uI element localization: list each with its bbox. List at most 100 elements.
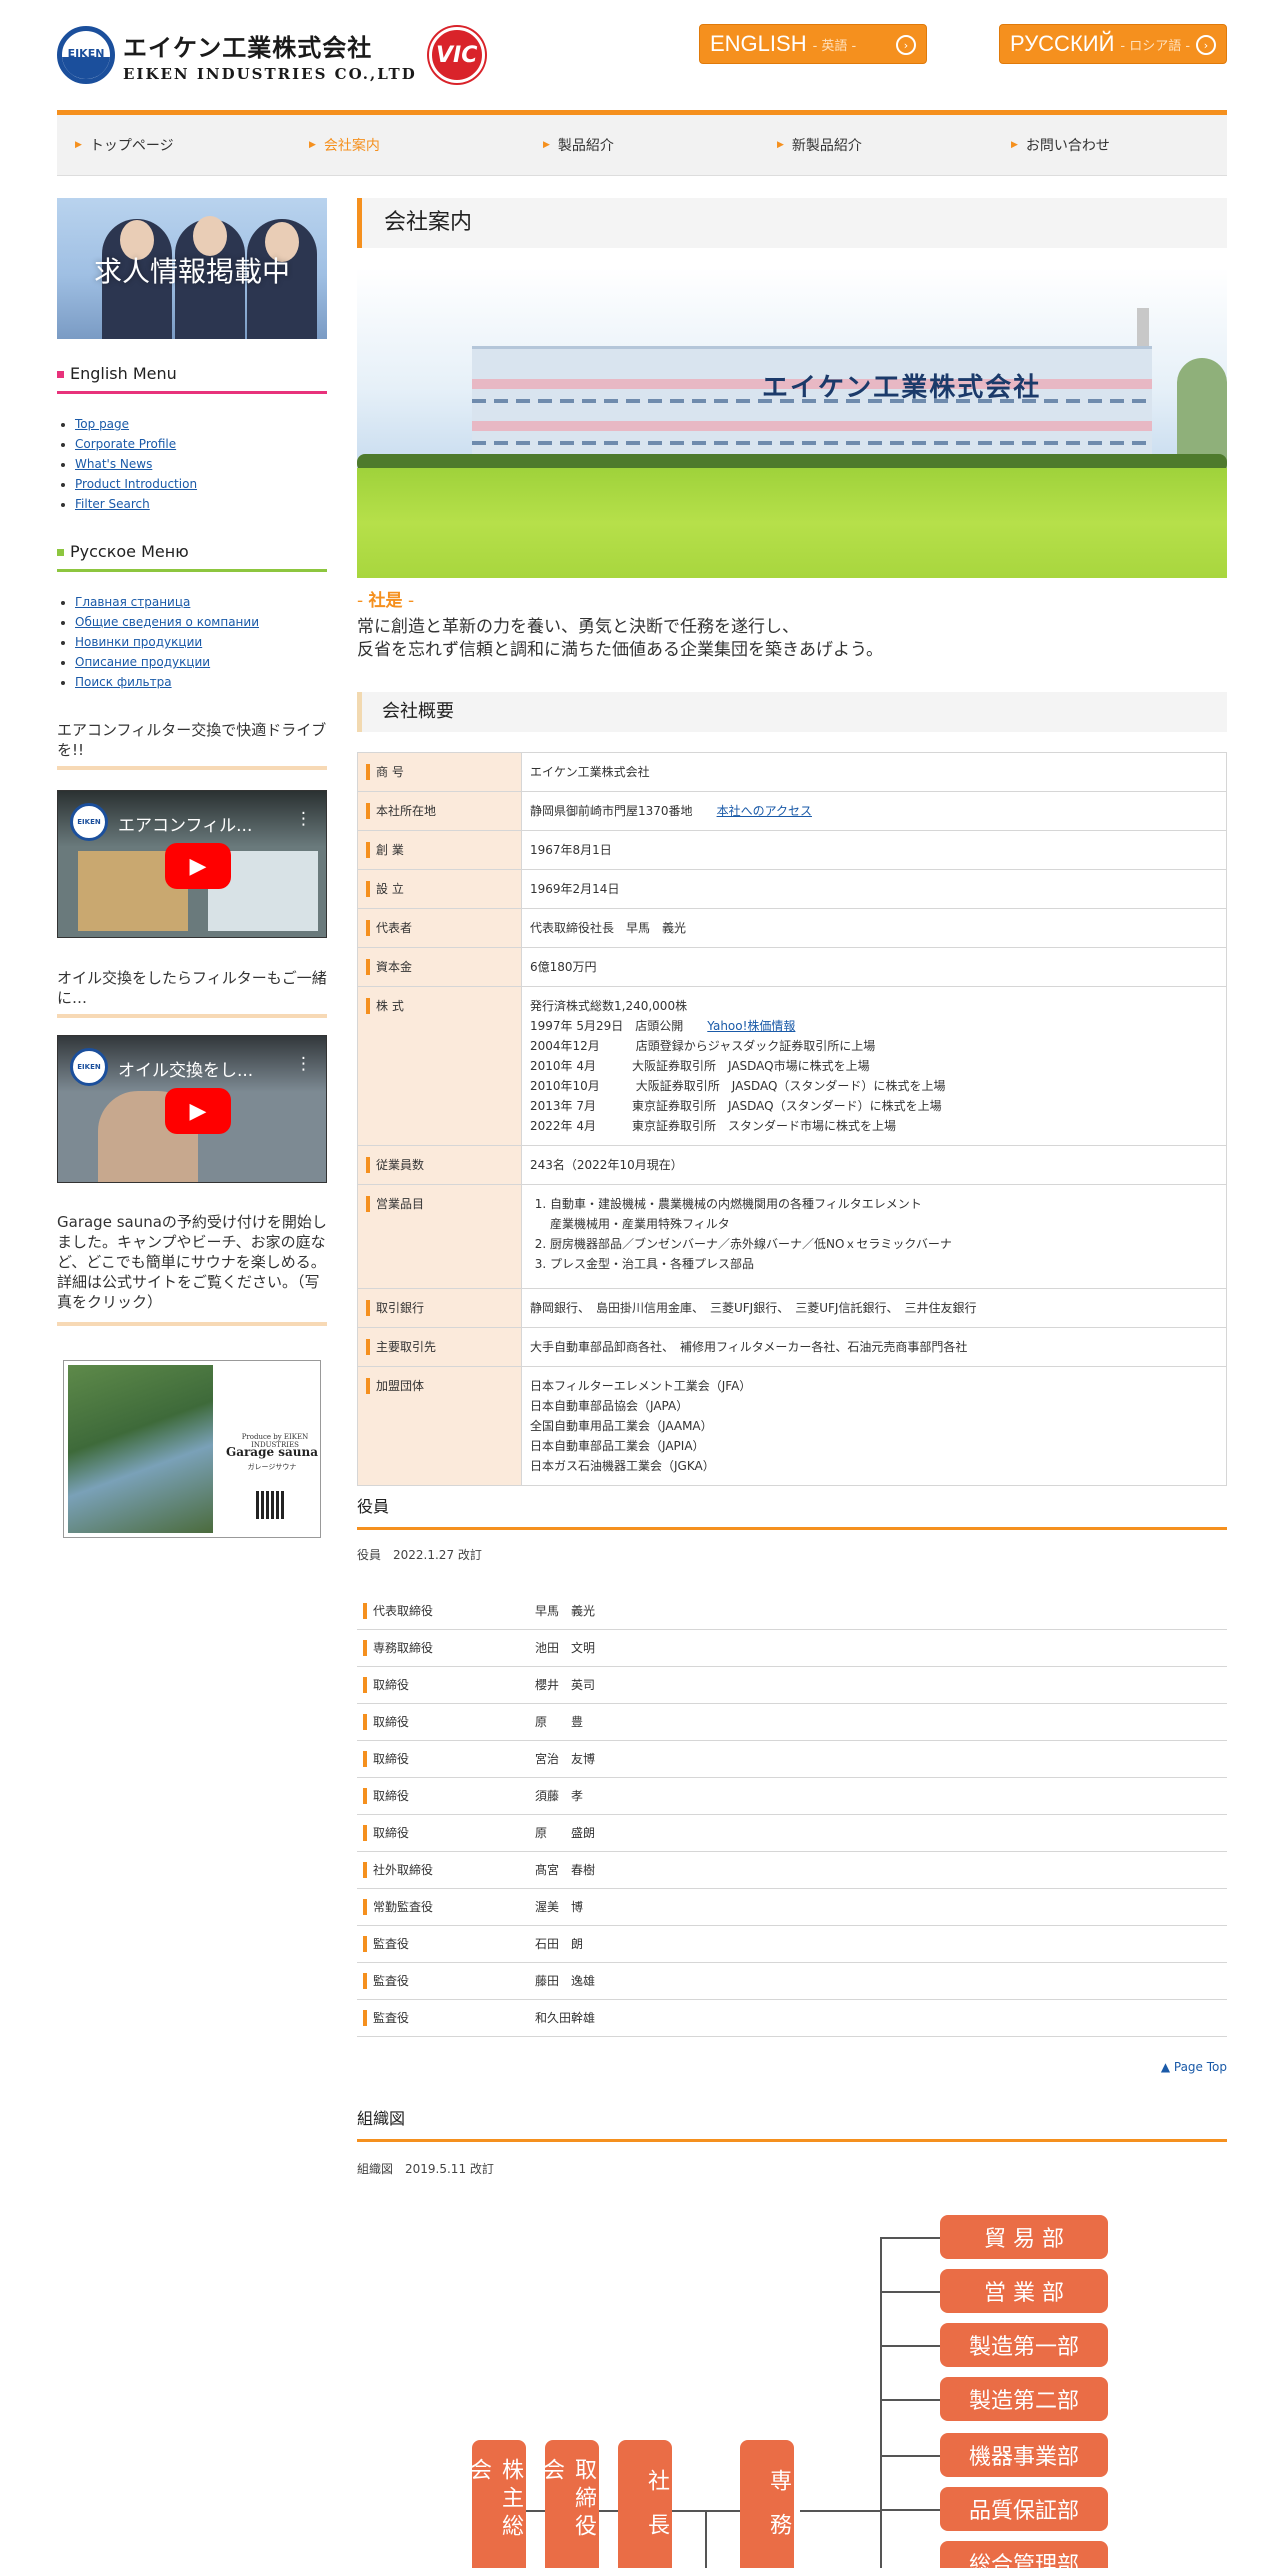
triangle-right-icon: ▶ bbox=[309, 140, 316, 150]
officer-row: 常勤監査役 渥美 博 bbox=[357, 1889, 1227, 1926]
table-row: 従業員数 243名（2022年10月現在） bbox=[357, 1145, 1227, 1185]
factory-sign: エイケン工業株式会社 bbox=[762, 373, 1042, 403]
org-dept-trade: 貿 易 部 bbox=[940, 2215, 1108, 2259]
video-embed-oil[interactable]: EIKEN オイル交換をし... ⋮ ▶ bbox=[57, 1035, 327, 1183]
video1-title: エアコンフィル... bbox=[118, 816, 253, 836]
table-row: 株 式 発行済株式総数1,240,000株 1997年 5月29日 店頭公開 Y… bbox=[357, 986, 1227, 1146]
page-top-link[interactable]: ▲ Page Top bbox=[1161, 2060, 1227, 2074]
sauna-text-block: Garage saunaの予約受け付けを開始しました。キャンプやビーチ、お家の庭… bbox=[57, 1212, 327, 1326]
nav-products[interactable]: ▶ 製品紹介 bbox=[525, 115, 759, 175]
video-embed-aircon[interactable]: EIKEN エアコンフィル... ⋮ ▶ bbox=[57, 790, 327, 938]
officer-row: 社外取締役 髙宮 春樹 bbox=[357, 1852, 1227, 1889]
russian-button-label: РУССКИЙ bbox=[1010, 31, 1115, 56]
russian-menu-item[interactable]: Новинки продукции bbox=[75, 632, 327, 652]
english-menu-title: English Menu bbox=[57, 364, 327, 394]
officers-heading: 役員 bbox=[357, 1493, 1227, 1530]
table-row: 主要取引先 大手自動車部品卸商各社、 補修用フィルタメーカー各社、石油元売商事部門… bbox=[357, 1327, 1227, 1367]
play-icon[interactable]: ▶ bbox=[165, 843, 231, 889]
officer-row: 監査役 藤田 逸雄 bbox=[357, 1963, 1227, 2000]
vic-logo: VIC bbox=[428, 27, 485, 83]
triangle-right-icon: ▶ bbox=[543, 140, 550, 150]
english-button[interactable]: ENGLISH - 英語 - › bbox=[699, 24, 927, 64]
org-dept-sales: 営 業 部 bbox=[940, 2269, 1108, 2313]
table-row: 商 号エイケン工業株式会社 bbox=[357, 752, 1227, 792]
officer-row: 取締役 宮治 友博 bbox=[357, 1741, 1227, 1778]
english-menu-item[interactable]: Filter Search bbox=[75, 494, 327, 514]
triangle-right-icon: ▶ bbox=[1011, 140, 1018, 150]
recruitment-banner[interactable]: 求人情報掲載中 bbox=[57, 198, 327, 339]
eiken-logo-mark: EIKEN bbox=[57, 26, 115, 84]
org-dept-quality: 品質保証部 bbox=[940, 2487, 1108, 2531]
sauna-sub: ガレージサウナ bbox=[247, 1463, 297, 1471]
russian-menu: Русское Меню Главная страница Общие свед… bbox=[57, 542, 327, 692]
org-shareholders: 株主総会 bbox=[466, 2440, 526, 2568]
table-row: 営業品目 自動車・建設機械・農業機械の内燃機関用の各種フィルタエレメント産業機械… bbox=[357, 1184, 1227, 1289]
logo-english-name: EIKEN INDUSTRIES CO.,LTD bbox=[123, 64, 417, 83]
nav-new-products[interactable]: ▶ 新製品紹介 bbox=[759, 115, 993, 175]
more-options-icon[interactable]: ⋮ bbox=[295, 1054, 312, 1074]
factory-photo: エイケン工業株式会社 bbox=[357, 268, 1227, 578]
english-menu-item[interactable]: Corporate Profile bbox=[75, 434, 327, 454]
russian-button-sub: - ロシア語 - bbox=[1120, 38, 1191, 54]
org-president: 社長 bbox=[618, 2440, 672, 2568]
sauna-image[interactable]: Produce by EIKEN INDUSTRIES Garage sauna… bbox=[63, 1360, 321, 1538]
motto-heading: - 社是 - bbox=[357, 591, 415, 611]
russian-button[interactable]: РУССКИЙ - ロシア語 - › bbox=[999, 24, 1227, 64]
table-row: 設 立 1969年2月14日 bbox=[357, 869, 1227, 909]
table-row: 加盟団体 日本フィルターエレメント工業会（JFA） 日本自動車部品協会（JAPA… bbox=[357, 1366, 1227, 1486]
chevron-right-icon: › bbox=[896, 35, 916, 55]
channel-logo-icon: EIKEN bbox=[70, 803, 108, 841]
nav-company[interactable]: ▶ 会社案内 bbox=[291, 115, 525, 175]
russian-menu-title: Русское Меню bbox=[57, 542, 327, 572]
video2-title: オイル交換をし... bbox=[118, 1061, 254, 1081]
chevron-right-icon: › bbox=[1196, 35, 1216, 55]
table-row: 創 業 1967年8月1日 bbox=[357, 830, 1227, 870]
yahoo-stock-link[interactable]: Yahoo!株価情報 bbox=[707, 1019, 795, 1033]
russian-menu-item[interactable]: Общие сведения о компании bbox=[75, 612, 327, 632]
russian-menu-item[interactable]: Поиск фильтра bbox=[75, 672, 327, 692]
officer-row: 監査役 和久田幹雄 bbox=[357, 2000, 1227, 2037]
table-row: 本社所在地 静岡県御前崎市門屋1370番地 本社へのアクセス bbox=[357, 791, 1227, 831]
english-menu-item[interactable]: What's News bbox=[75, 454, 327, 474]
org-dept-general-management: 総合管理部 bbox=[940, 2541, 1108, 2568]
triangle-right-icon: ▶ bbox=[777, 140, 784, 150]
nav-top[interactable]: ▶ トップページ bbox=[57, 115, 291, 175]
table-row: 代表者 代表取締役社長 早馬 義光 bbox=[357, 908, 1227, 948]
officer-row: 専務取締役 池田 文明 bbox=[357, 1630, 1227, 1667]
overview-heading: 会社概要 bbox=[357, 692, 1227, 732]
play-icon[interactable]: ▶ bbox=[165, 1088, 231, 1134]
motto-line-2: 反省を忘れず信頼と調和に満ちた価値ある企業集団を築きあげよう。 bbox=[357, 640, 883, 660]
video2-caption-block: オイル交換をしたらフィルターもご一緒に… bbox=[57, 968, 327, 1018]
org-chart-heading: 組織図 bbox=[357, 2105, 1227, 2142]
triangle-right-icon: ▶ bbox=[75, 140, 82, 150]
org-chart-note: 組織図 2019.5.11 改訂 bbox=[357, 2162, 494, 2176]
officer-row: 取締役 櫻井 英司 bbox=[357, 1667, 1227, 1704]
english-menu: English Menu Top page Corporate Profile … bbox=[57, 364, 327, 514]
sauna-brand: Garage sauna bbox=[225, 1445, 319, 1459]
motto-line-1: 常に創造と革新の力を養い、勇気と決断で任務を遂行し、 bbox=[357, 617, 799, 637]
org-dept-equipment: 機器事業部 bbox=[940, 2433, 1108, 2477]
sauna-text: Garage saunaの予約受け付けを開始しました。キャンプやビーチ、お家の庭… bbox=[57, 1213, 327, 1311]
table-row: 資本金 6億180万円 bbox=[357, 947, 1227, 987]
more-options-icon[interactable]: ⋮ bbox=[295, 809, 312, 829]
company-overview-table: 商 号エイケン工業株式会社 本社所在地 静岡県御前崎市門屋1370番地 本社へのア… bbox=[357, 752, 1227, 1486]
org-dept-manufacturing-1: 製造第一部 bbox=[940, 2323, 1108, 2367]
org-dept-manufacturing-2: 製造第二部 bbox=[940, 2377, 1108, 2421]
org-board: 取締役会 bbox=[539, 2440, 599, 2568]
officer-row: 取締役原 豊 bbox=[357, 1704, 1227, 1741]
officer-row: 取締役 須藤 孝 bbox=[357, 1778, 1227, 1815]
org-senior-director: 専務 bbox=[740, 2440, 794, 2568]
access-link[interactable]: 本社へのアクセス bbox=[717, 804, 812, 818]
officer-row: 監査役 石田 朗 bbox=[357, 1926, 1227, 1963]
officers-note: 役員 2022.1.27 改訂 bbox=[357, 1548, 482, 1562]
nav-contact[interactable]: ▶ お問い合わせ bbox=[993, 115, 1227, 175]
banner-text: 求人情報掲載中 bbox=[93, 255, 290, 288]
english-button-label: ENGLISH bbox=[710, 31, 807, 56]
channel-logo-icon: EIKEN bbox=[70, 1048, 108, 1086]
russian-menu-item[interactable]: Главная страница bbox=[75, 592, 327, 612]
russian-menu-item[interactable]: Описание продукции bbox=[75, 652, 327, 672]
video1-caption: エアコンフィルター交換で快適ドライブを!! bbox=[57, 721, 327, 759]
english-menu-item[interactable]: Top page bbox=[75, 414, 327, 434]
english-menu-item[interactable]: Product Introduction bbox=[75, 474, 327, 494]
company-logo[interactable]: EIKEN エイケン工業株式会社 EIKEN INDUSTRIES CO.,LT… bbox=[57, 26, 485, 84]
